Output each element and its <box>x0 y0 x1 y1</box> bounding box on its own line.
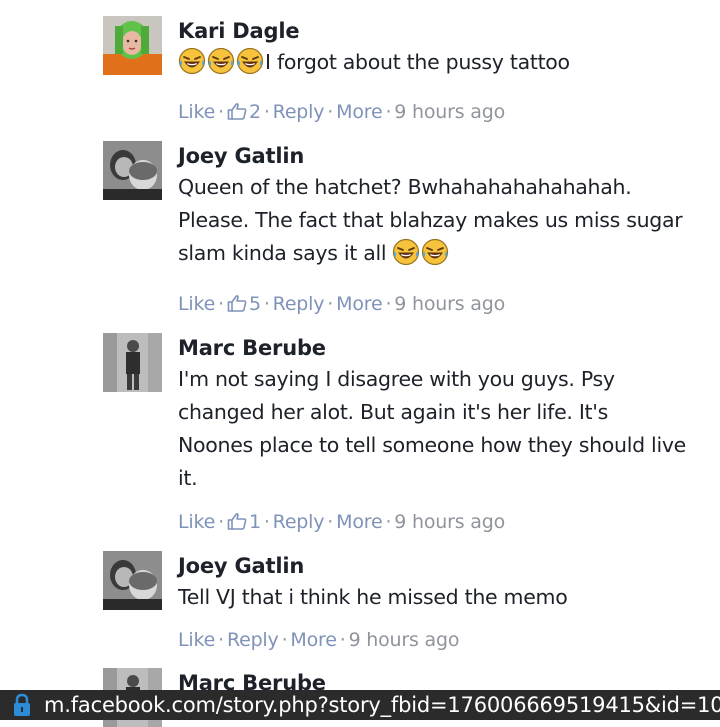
like-button[interactable]: Like <box>178 293 215 315</box>
comment-text-line: changed her alot. But again it's her lif… <box>178 400 609 424</box>
like-count: 2 <box>248 101 261 123</box>
timestamp[interactable]: 9 hours ago <box>394 101 505 123</box>
reaction-count[interactable]: 1 <box>227 511 261 533</box>
reply-button[interactable]: Reply <box>273 511 325 533</box>
laughing-emoji-icon <box>421 238 449 266</box>
comment-text-line: Please. The fact that blahzay makes us m… <box>178 208 683 232</box>
reply-button[interactable]: Reply <box>273 101 325 123</box>
reply-button[interactable]: Reply <box>273 293 325 315</box>
comment-text: I forgot about the pussy tattoo <box>178 46 713 79</box>
comment-author[interactable]: Marc Berube <box>178 335 713 361</box>
avatar[interactable] <box>103 141 162 200</box>
more-button[interactable]: More <box>336 293 383 315</box>
laughing-emoji-icon <box>392 238 420 266</box>
comment-text-line: I'm not saying I disagree with you guys.… <box>178 367 615 391</box>
reaction-count[interactable]: 2 <box>227 101 261 123</box>
reply-button[interactable]: Reply <box>227 629 279 651</box>
like-button[interactable]: Like <box>178 511 215 533</box>
comment-author[interactable]: Joey Gatlin <box>178 143 713 169</box>
more-button[interactable]: More <box>336 101 383 123</box>
timestamp[interactable]: 9 hours ago <box>349 629 460 651</box>
thumbs-up-icon <box>227 512 247 530</box>
comment-text-content: I forgot about the pussy tattoo <box>265 50 570 74</box>
url-text[interactable]: m.facebook.com/story.php?story_fbid=1760… <box>44 690 720 720</box>
avatar[interactable] <box>103 551 162 610</box>
address-bar[interactable]: m.facebook.com/story.php?story_fbid=1760… <box>0 690 720 720</box>
comment-author[interactable]: Joey Gatlin <box>178 553 713 579</box>
lock-icon <box>14 693 30 716</box>
like-count: 5 <box>248 293 261 315</box>
comment-actions: Like · 2 · Reply · More · 9 hours ago <box>178 101 506 123</box>
comment-text-line: Noones place to tell someone how they sh… <box>178 433 686 457</box>
laughing-emoji-icon <box>178 47 206 75</box>
comment-actions: Like · 5 · Reply · More · 9 hours ago <box>178 293 506 315</box>
avatar[interactable] <box>103 16 162 75</box>
comment-text-line: slam kinda says it all <box>178 241 387 265</box>
like-count: 1 <box>248 511 261 533</box>
timestamp[interactable]: 9 hours ago <box>394 293 505 315</box>
comment-text-line: it. <box>178 466 198 490</box>
timestamp[interactable]: 9 hours ago <box>394 511 505 533</box>
laughing-emoji-icon <box>236 47 264 75</box>
comment-text-line: Queen of the hatchet? Bwhahahahahahahah. <box>178 175 632 199</box>
comment-actions: Like · Reply · More · 9 hours ago <box>178 629 460 651</box>
comment-text: Tell VJ that i think he missed the memo <box>178 585 568 609</box>
thumbs-up-icon <box>227 294 247 312</box>
like-button[interactable]: Like <box>178 101 215 123</box>
avatar[interactable] <box>103 333 162 392</box>
comment-actions: Like · 1 · Reply · More · 9 hours ago <box>178 511 506 533</box>
thumbs-up-icon <box>227 102 247 120</box>
like-button[interactable]: Like <box>178 629 215 651</box>
comment-text: Queen of the hatchet? Bwhahahahahahahah.… <box>178 171 713 270</box>
laughing-emoji-icon <box>207 47 235 75</box>
comment-text: I'm not saying I disagree with you guys.… <box>178 363 713 495</box>
more-button[interactable]: More <box>290 629 337 651</box>
comment-author[interactable]: Kari Dagle <box>178 18 713 44</box>
reaction-count[interactable]: 5 <box>227 293 261 315</box>
more-button[interactable]: More <box>336 511 383 533</box>
